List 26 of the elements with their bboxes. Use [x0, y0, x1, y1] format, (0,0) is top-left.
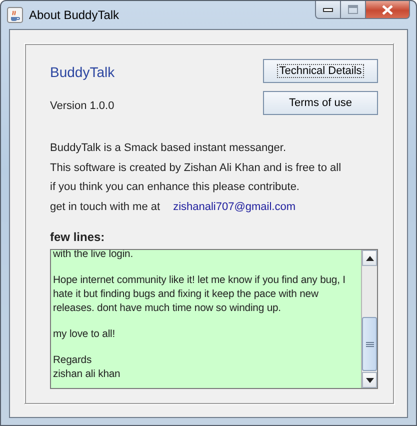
- minimize-button[interactable]: [315, 1, 341, 19]
- notes-paragraph: Regards zishan ali khan: [53, 354, 122, 382]
- contact-label: get in touch with me at: [50, 200, 160, 212]
- notes-label: few lines:: [50, 229, 106, 246]
- scroll-down-icon[interactable]: [362, 372, 377, 388]
- description-text: if you think you can enhance this please contribute.: [50, 180, 300, 195]
- vertical-scrollbar[interactable]: [361, 250, 377, 388]
- notes-paragraph: my love to all!: [53, 328, 116, 342]
- scroll-up-icon[interactable]: [362, 250, 377, 266]
- notes-text-area[interactable]: [50, 249, 378, 389]
- notes-paragraph: Hope internet community like it! let me know if you find any bug, I hate it but finding bugs and fixing it keep the pace with new releases. dont have much time now so winding up.: [53, 274, 346, 316]
- dialog-button[interactable]: Terms of use: [263, 91, 378, 115]
- app-name: BuddyTalk: [50, 63, 115, 82]
- maximize-button[interactable]: [341, 1, 366, 19]
- close-button[interactable]: [366, 1, 410, 19]
- coffee-cup-icon: [7, 6, 23, 22]
- description-text: This software is created by Zishan Ali Khan and is free to all: [50, 160, 342, 176]
- version-text: Version 1.0.0: [50, 99, 115, 114]
- minimize-icon: [323, 8, 333, 12]
- close-icon: [382, 4, 393, 14]
- dialog-button[interactable]: Technical Details: [263, 59, 378, 83]
- email-link[interactable]: zishanali707@gmail.com: [173, 200, 296, 212]
- maximize-icon: [348, 5, 358, 14]
- scroll-thumb[interactable]: [362, 317, 377, 371]
- window-title: About BuddyTalk: [29, 6, 120, 24]
- description-text: BuddyTalk is a Smack based instant messanger.: [50, 141, 288, 156]
